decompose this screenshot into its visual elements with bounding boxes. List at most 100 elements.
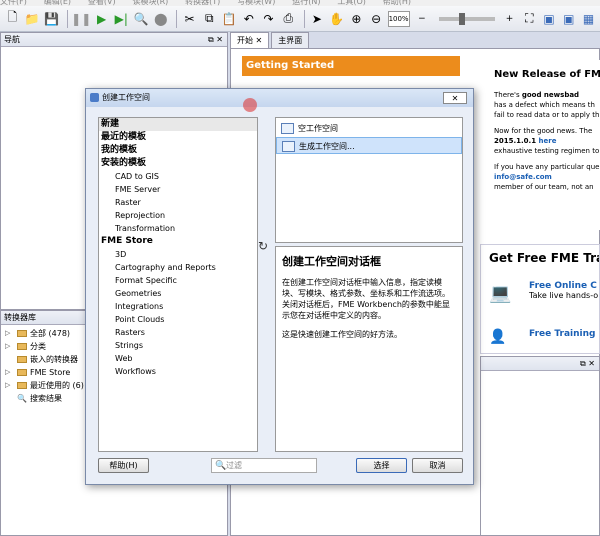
info-email-link[interactable]: info@safe.com — [494, 173, 552, 181]
overview-icon[interactable]: ▦ — [580, 10, 597, 28]
select-arrow-icon[interactable]: ➤ — [309, 10, 326, 28]
template-category-item[interactable]: Strings — [99, 339, 257, 352]
refresh-icon[interactable]: ↻ — [258, 239, 268, 253]
panel-float-close-icon[interactable]: ⧉ ✕ — [208, 33, 223, 47]
menu-tools[interactable]: 工具(O) — [337, 0, 366, 6]
stop-icon[interactable]: ⬤ — [152, 10, 169, 28]
cut-icon[interactable]: ✂ — [181, 10, 198, 28]
template-category-item[interactable]: Integrations — [99, 300, 257, 313]
template-category-item[interactable]: 3D — [99, 248, 257, 261]
news-here-link[interactable]: here — [539, 137, 557, 145]
zoom-slider[interactable] — [439, 12, 496, 25]
description-paragraph-2: 这是快速创建工作空间的好方法。 — [282, 330, 402, 339]
template-category-item[interactable]: 我的模板 — [99, 144, 257, 157]
menu-writers[interactable]: 写模块(W) — [237, 0, 275, 6]
template-category-item[interactable]: Raster — [99, 196, 257, 209]
run-to-icon[interactable]: ▶| — [113, 10, 130, 28]
dialog-titlebar: 创建工作空间 ✕ — [86, 89, 473, 107]
template-category-item[interactable]: Geometries — [99, 287, 257, 300]
new-file-icon[interactable]: 🗋 — [4, 10, 21, 28]
copy-icon[interactable]: ⧉ — [201, 10, 218, 28]
zoom-plus-icon[interactable]: + — [501, 10, 518, 28]
template-category-item[interactable]: Cartography and Reports — [99, 261, 257, 274]
expand-arrow-icon[interactable]: ▷ — [5, 340, 10, 353]
template-category-item[interactable]: Format Specific — [99, 274, 257, 287]
menu-readers[interactable]: 读模块(R) — [132, 0, 168, 6]
online-course-row: 💻 Free Online C Take live hands-o — [489, 281, 599, 304]
zoom-in-icon[interactable]: ⊕ — [348, 10, 365, 28]
menu-run[interactable]: 运行(N) — [292, 0, 320, 6]
getting-started-header: Getting Started — [242, 56, 460, 76]
help-button[interactable]: 帮助(H) — [98, 458, 149, 473]
print-icon[interactable]: ⎙ — [280, 10, 297, 28]
select-button[interactable]: 选择 — [356, 458, 407, 473]
search-icon: 🔍 — [17, 394, 27, 403]
expand-arrow-icon[interactable]: ▷ — [5, 366, 10, 379]
run-icon[interactable]: ▶ — [93, 10, 110, 28]
gallery-item-label: 嵌入的转换器 — [30, 355, 78, 364]
expand-arrow-icon[interactable]: ▷ — [5, 379, 10, 392]
template-description: 创建工作空间对话框 在创建工作空间对话框中输入信息，指定读模块、写模块、格式参数… — [275, 246, 463, 452]
toolbar-separator — [176, 9, 178, 28]
menu-file[interactable]: 文件(F) — [0, 0, 27, 6]
expand-arrow-icon[interactable]: ▷ — [5, 327, 10, 340]
folder-icon — [17, 382, 27, 389]
zoom-level-field[interactable]: 100% — [387, 10, 410, 27]
template-category-item[interactable]: Workflows — [99, 365, 257, 378]
filter-input[interactable]: 🔍 过滤 — [211, 458, 317, 473]
template-category-item[interactable]: Point Clouds — [99, 313, 257, 326]
tab-main-canvas[interactable]: 主界面 — [271, 32, 310, 48]
close-icon[interactable]: ✕ — [256, 36, 263, 45]
search-icon: 🔍 — [215, 461, 227, 471]
online-course-desc: Take live hands-o — [529, 291, 599, 300]
undo-icon[interactable]: ↶ — [240, 10, 257, 28]
paste-icon[interactable]: 📋 — [221, 10, 238, 28]
news-paragraph-3: If you have any particular que info@safe.… — [494, 163, 600, 191]
person-icon: 👤 — [489, 329, 507, 345]
cancel-button[interactable]: 取消 — [412, 458, 463, 473]
zoom-minus-icon[interactable]: − — [414, 10, 431, 28]
pause-icon[interactable]: ❚❚ — [71, 10, 91, 28]
template-category-item[interactable]: Web — [99, 352, 257, 365]
tab-start[interactable]: 开始 ✕ — [230, 32, 270, 48]
template-blank-workspace[interactable]: 空工作空间 — [276, 120, 462, 137]
dialog-close-button[interactable]: ✕ — [443, 92, 467, 104]
template-generate-workspace[interactable]: 生成工作空间... — [276, 137, 462, 154]
template-category-item[interactable]: 安装的模板 — [99, 157, 257, 170]
template-category-item[interactable]: Reprojection — [99, 209, 257, 222]
template-category-item[interactable]: Rasters — [99, 326, 257, 339]
template-category-item[interactable]: FME Store — [99, 235, 257, 248]
template-category-item[interactable]: 最近的模板 — [99, 131, 257, 144]
menu-help[interactable]: 帮助(H) — [383, 0, 411, 6]
menu-view[interactable]: 查看(V) — [88, 0, 116, 6]
menu-edit[interactable]: 编辑(E) — [44, 0, 71, 6]
open-folder-icon[interactable]: 📁 — [24, 10, 41, 28]
template-label: 空工作空间 — [298, 124, 338, 133]
navigator-title: 导航 — [4, 35, 20, 44]
zoom-fit-icon[interactable]: ▣ — [560, 10, 577, 28]
gallery-item-label: FME Store — [30, 368, 71, 377]
menu-transformers[interactable]: 转换器(T) — [185, 0, 220, 6]
template-category-item[interactable]: 新建 — [99, 118, 257, 131]
transformer-gallery-title: 转换器库 — [4, 313, 36, 322]
training-panel: Get Free FME Tra 💻 Free Online C Take liv… — [480, 244, 600, 354]
save-icon[interactable]: 💾 — [44, 10, 61, 28]
zoom-out-icon[interactable]: ⊖ — [368, 10, 385, 28]
tab-label: 开始 — [237, 36, 253, 45]
redo-icon[interactable]: ↷ — [260, 10, 277, 28]
template-category-list: 新建 最近的模板 我的模板 安装的模板 CAD to GIS FME Server Rast… — [98, 117, 258, 452]
zoom-extents-icon[interactable]: ⛶ — [521, 10, 538, 28]
free-online-course-link[interactable]: Free Online C — [529, 281, 597, 291]
template-category-item[interactable]: CAD to GIS — [99, 170, 257, 183]
panel-float-close-icon[interactable]: ⧉ ✕ — [580, 357, 595, 371]
template-category-item[interactable]: FME Server — [99, 183, 257, 196]
pan-hand-icon[interactable]: ✋ — [328, 10, 345, 28]
zoom-slider-handle[interactable] — [459, 12, 466, 25]
zoom-selected-icon[interactable]: ▣ — [541, 10, 558, 28]
news-paragraph-1: There's good newsbad has a defect which m… — [494, 91, 600, 119]
template-label: 生成工作空间... — [299, 142, 355, 151]
inspect-icon[interactable]: 🔍 — [133, 10, 150, 28]
template-category-item[interactable]: Transformation — [99, 222, 257, 235]
main-toolbar: 🗋 📁 💾 ❚❚ ▶ ▶| 🔍 ⬤ ✂ ⧉ 📋 ↶ ↷ ⎙ ➤ ✋ ⊕ ⊖ 10… — [0, 6, 600, 32]
free-training-link[interactable]: Free Training — [529, 329, 595, 339]
